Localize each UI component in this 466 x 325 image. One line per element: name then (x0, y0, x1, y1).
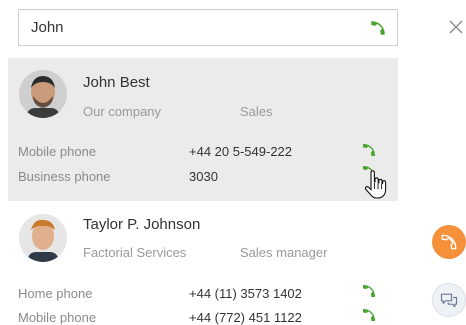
contact-position: Sales (240, 104, 273, 119)
phone-label: Business phone (18, 169, 111, 184)
phone-label: Mobile phone (18, 310, 97, 325)
phone-number: +44 (772) 451 1122 (189, 310, 302, 325)
phone-icon[interactable] (361, 283, 377, 299)
avatar (19, 214, 67, 262)
contact-name: Taylor P. Johnson (83, 216, 201, 233)
phone-icon[interactable] (361, 307, 377, 323)
phone-icon[interactable] (361, 164, 377, 180)
side-call-button[interactable] (432, 225, 466, 259)
contact-card[interactable]: John Best Our company Sales Mobile phone… (8, 58, 398, 201)
side-chat-button[interactable] (432, 283, 466, 317)
phone-number: 3030 (189, 169, 218, 184)
chat-icon (440, 293, 458, 308)
contact-position: Sales manager (240, 245, 328, 260)
phone-icon[interactable] (369, 19, 387, 37)
contact-name: John Best (83, 74, 150, 91)
phone-icon[interactable] (361, 142, 377, 158)
contact-company: Factorial Services (83, 245, 187, 260)
search-box (18, 9, 398, 46)
close-icon[interactable] (447, 18, 465, 36)
phone-icon (441, 234, 457, 250)
search-input[interactable] (19, 10, 349, 45)
phone-number: +44 (11) 3573 1402 (189, 286, 302, 301)
phone-number: +44 20 5-549-222 (189, 144, 293, 159)
contact-card[interactable]: Taylor P. Johnson Factorial Services Sal… (8, 205, 398, 325)
avatar (19, 70, 67, 118)
phone-label: Mobile phone (18, 144, 97, 159)
phone-label: Home phone (18, 286, 93, 301)
contact-company: Our company (83, 104, 162, 119)
